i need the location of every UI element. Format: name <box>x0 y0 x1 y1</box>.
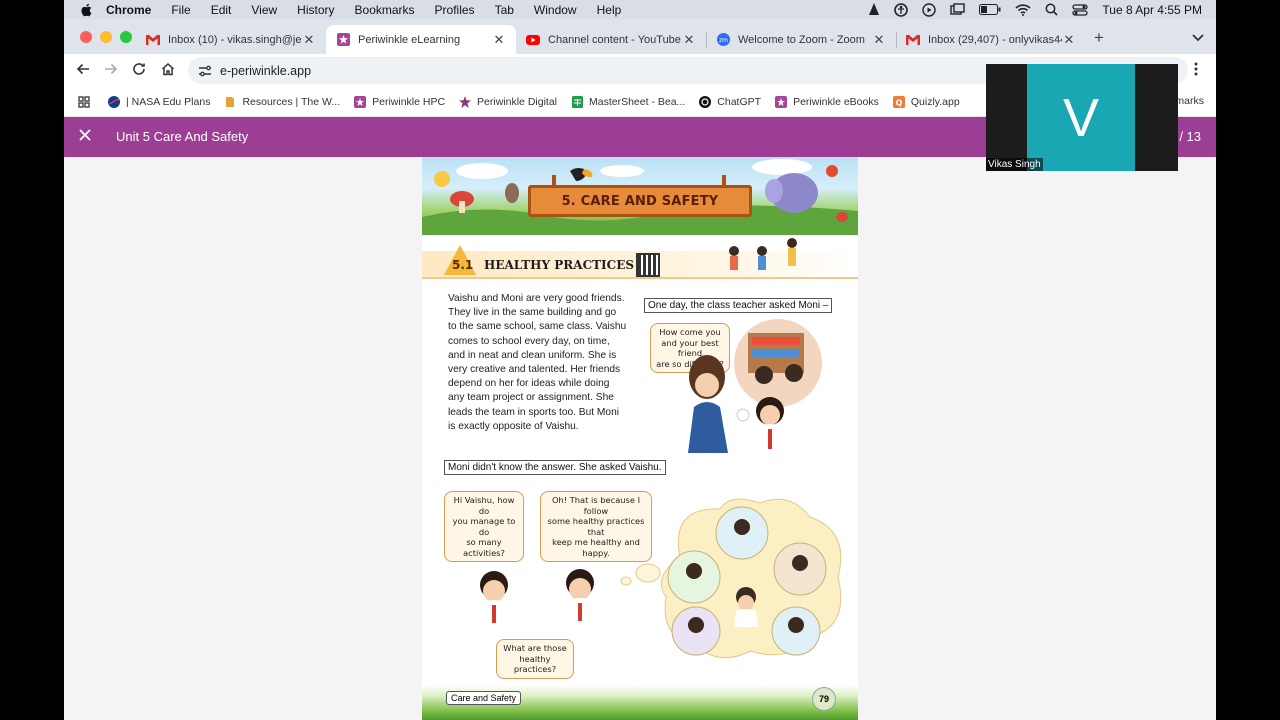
forward-arrow-icon[interactable] <box>104 62 118 81</box>
tab-title: Welcome to Zoom - Zoom <box>738 33 865 46</box>
apps-grid-icon[interactable] <box>78 95 90 108</box>
book-page: 5. CARE AND SAFETY 5.1 HEALTHY PRACTICES… <box>422 157 858 720</box>
periwinkle-icon <box>336 33 350 47</box>
maximize-window-button[interactable] <box>120 31 132 43</box>
menu-help[interactable]: Help <box>597 3 622 17</box>
story-paragraph: Vaishu and Moni are very good friends. T… <box>448 293 627 432</box>
vlc-cone-icon[interactable] <box>868 3 880 16</box>
menu-window[interactable]: Window <box>534 3 577 17</box>
participant-name: Vikas Singh <box>986 158 1043 171</box>
chrome-tab-strip: Inbox (10) - vikas.singh@jeev ✕ Periwink… <box>64 19 1216 54</box>
tab-title: Periwinkle eLearning <box>358 33 461 46</box>
kids-playing-illustration <box>729 238 797 270</box>
chapter-banner: 5. CARE AND SAFETY <box>422 157 858 235</box>
teacher-and-moni-illustration <box>688 319 822 453</box>
speech-bubble-question: What are those healthy practices? <box>496 639 574 679</box>
bookmark-mastersheet[interactable]: MasterSheet - Bea... <box>571 95 685 108</box>
menu-view[interactable]: View <box>251 3 277 17</box>
close-tab-icon[interactable]: ✕ <box>492 32 506 48</box>
back-arrow-icon[interactable] <box>76 62 90 81</box>
screens-icon[interactable] <box>950 3 966 16</box>
bookmark-nasa[interactable]: | NASA Edu Plans <box>108 95 210 108</box>
tab-title: Inbox (29,407) - onlyvikas44 <box>928 33 1062 46</box>
bookmark-resources[interactable]: Resources | The W... <box>224 96 340 108</box>
close-tab-icon[interactable]: ✕ <box>682 32 696 48</box>
tab-zoom[interactable]: zm Welcome to Zoom - Zoom ✕ <box>706 25 897 54</box>
tab-periwinkle-elearning[interactable]: Periwinkle eLearning ✕ <box>326 25 516 54</box>
new-tab-button[interactable]: + <box>1094 28 1104 48</box>
play-icon[interactable] <box>922 2 937 17</box>
menu-app-chrome[interactable]: Chrome <box>106 3 151 17</box>
qr-code-icon[interactable] <box>636 253 660 277</box>
youtube-icon <box>526 33 540 47</box>
unit-title: Unit 5 Care And Safety <box>116 129 249 144</box>
chrome-menu-icon[interactable] <box>1194 62 1198 81</box>
bookmark-periwinkle-digital[interactable]: Periwinkle Digital <box>459 95 557 108</box>
minimize-window-button[interactable] <box>100 31 112 43</box>
tab-search-chevron-icon[interactable] <box>1192 29 1204 47</box>
svg-text:Q: Q <box>895 98 902 107</box>
macos-menubar: Chrome File Edit View History Bookmarks … <box>64 0 1216 19</box>
section-number: 5.1 <box>452 258 474 272</box>
menu-file[interactable]: File <box>171 3 190 17</box>
control-center-icon[interactable] <box>1072 3 1089 16</box>
sheets-icon <box>571 95 583 108</box>
tab-youtube-studio[interactable]: Channel content - YouTube St ✕ <box>516 25 707 54</box>
search-icon[interactable] <box>1045 3 1058 16</box>
caption-teacher: One day, the class teacher asked Moni – <box>644 298 833 313</box>
menu-profiles[interactable]: Profiles <box>435 3 475 17</box>
home-icon[interactable] <box>161 62 175 81</box>
ebook-viewer[interactable]: 5. CARE AND SAFETY 5.1 HEALTHY PRACTICES… <box>64 157 1216 720</box>
wifi-icon[interactable] <box>1015 3 1031 16</box>
clock-text[interactable]: Tue 8 Apr 4:55 PM <box>1102 3 1202 17</box>
folder-icon <box>224 96 236 108</box>
girls-and-thought-cloud-illustration <box>480 498 842 659</box>
url-text[interactable]: e-periwinkle.app <box>220 64 311 78</box>
page-number: 79 <box>812 687 836 711</box>
nasa-icon <box>108 95 120 108</box>
accessibility-icon[interactable] <box>894 2 909 17</box>
close-window-button[interactable] <box>80 31 92 43</box>
close-icon[interactable] <box>78 128 92 147</box>
all-bookmarks-link[interactable]: marks <box>1175 95 1204 107</box>
site-settings-icon[interactable] <box>198 65 212 77</box>
apple-icon[interactable] <box>80 3 94 17</box>
zoom-icon: zm <box>716 33 730 47</box>
gmail-icon <box>906 33 920 47</box>
page-footer: Care and Safety 79 <box>422 685 858 720</box>
gmail-icon <box>146 33 160 47</box>
chapter-title: 5. CARE AND SAFETY <box>528 185 752 217</box>
bookmark-periwinkle-hpc[interactable]: Periwinkle HPC <box>354 95 445 108</box>
tab-title: Inbox (10) - vikas.singh@jeev <box>168 33 302 46</box>
tab-gmail-inbox-1[interactable]: Inbox (10) - vikas.singh@jeev ✕ <box>136 25 327 54</box>
svg-text:zm: zm <box>719 37 728 44</box>
tab-title: Channel content - YouTube St <box>548 33 682 46</box>
zoom-video-tile[interactable]: V Vikas Singh <box>986 64 1178 171</box>
bookmark-chatgpt[interactable]: ChatGPT <box>699 95 761 108</box>
battery-icon[interactable] <box>979 4 1001 15</box>
close-tab-icon[interactable]: ✕ <box>1062 32 1076 48</box>
section-title: HEALTHY PRACTICES <box>484 258 635 272</box>
participant-avatar: V <box>1027 64 1135 171</box>
close-tab-icon[interactable]: ✕ <box>302 32 316 48</box>
chatgpt-icon <box>699 95 712 108</box>
window-controls <box>80 31 132 43</box>
close-tab-icon[interactable]: ✕ <box>872 32 886 48</box>
menu-edit[interactable]: Edit <box>211 3 232 17</box>
caption-moni: Moni didn't know the answer. She asked V… <box>444 460 666 475</box>
periwinkle-icon <box>354 95 367 108</box>
tab-gmail-inbox-2[interactable]: Inbox (29,407) - onlyvikas44 ✕ <box>896 25 1086 54</box>
bookmark-quizly[interactable]: Q Quizly.app <box>892 95 960 108</box>
menu-tab[interactable]: Tab <box>495 3 514 17</box>
periwinkle-icon <box>775 95 788 108</box>
menu-bookmarks[interactable]: Bookmarks <box>355 3 415 17</box>
quizly-icon: Q <box>892 95 905 108</box>
periwinkle-icon <box>459 95 472 108</box>
reload-icon[interactable] <box>132 62 146 81</box>
page-counter: / 13 <box>1179 129 1201 144</box>
menu-history[interactable]: History <box>297 3 334 17</box>
bookmark-periwinkle-ebooks[interactable]: Periwinkle eBooks <box>775 95 879 108</box>
footer-label: Care and Safety <box>446 691 522 705</box>
